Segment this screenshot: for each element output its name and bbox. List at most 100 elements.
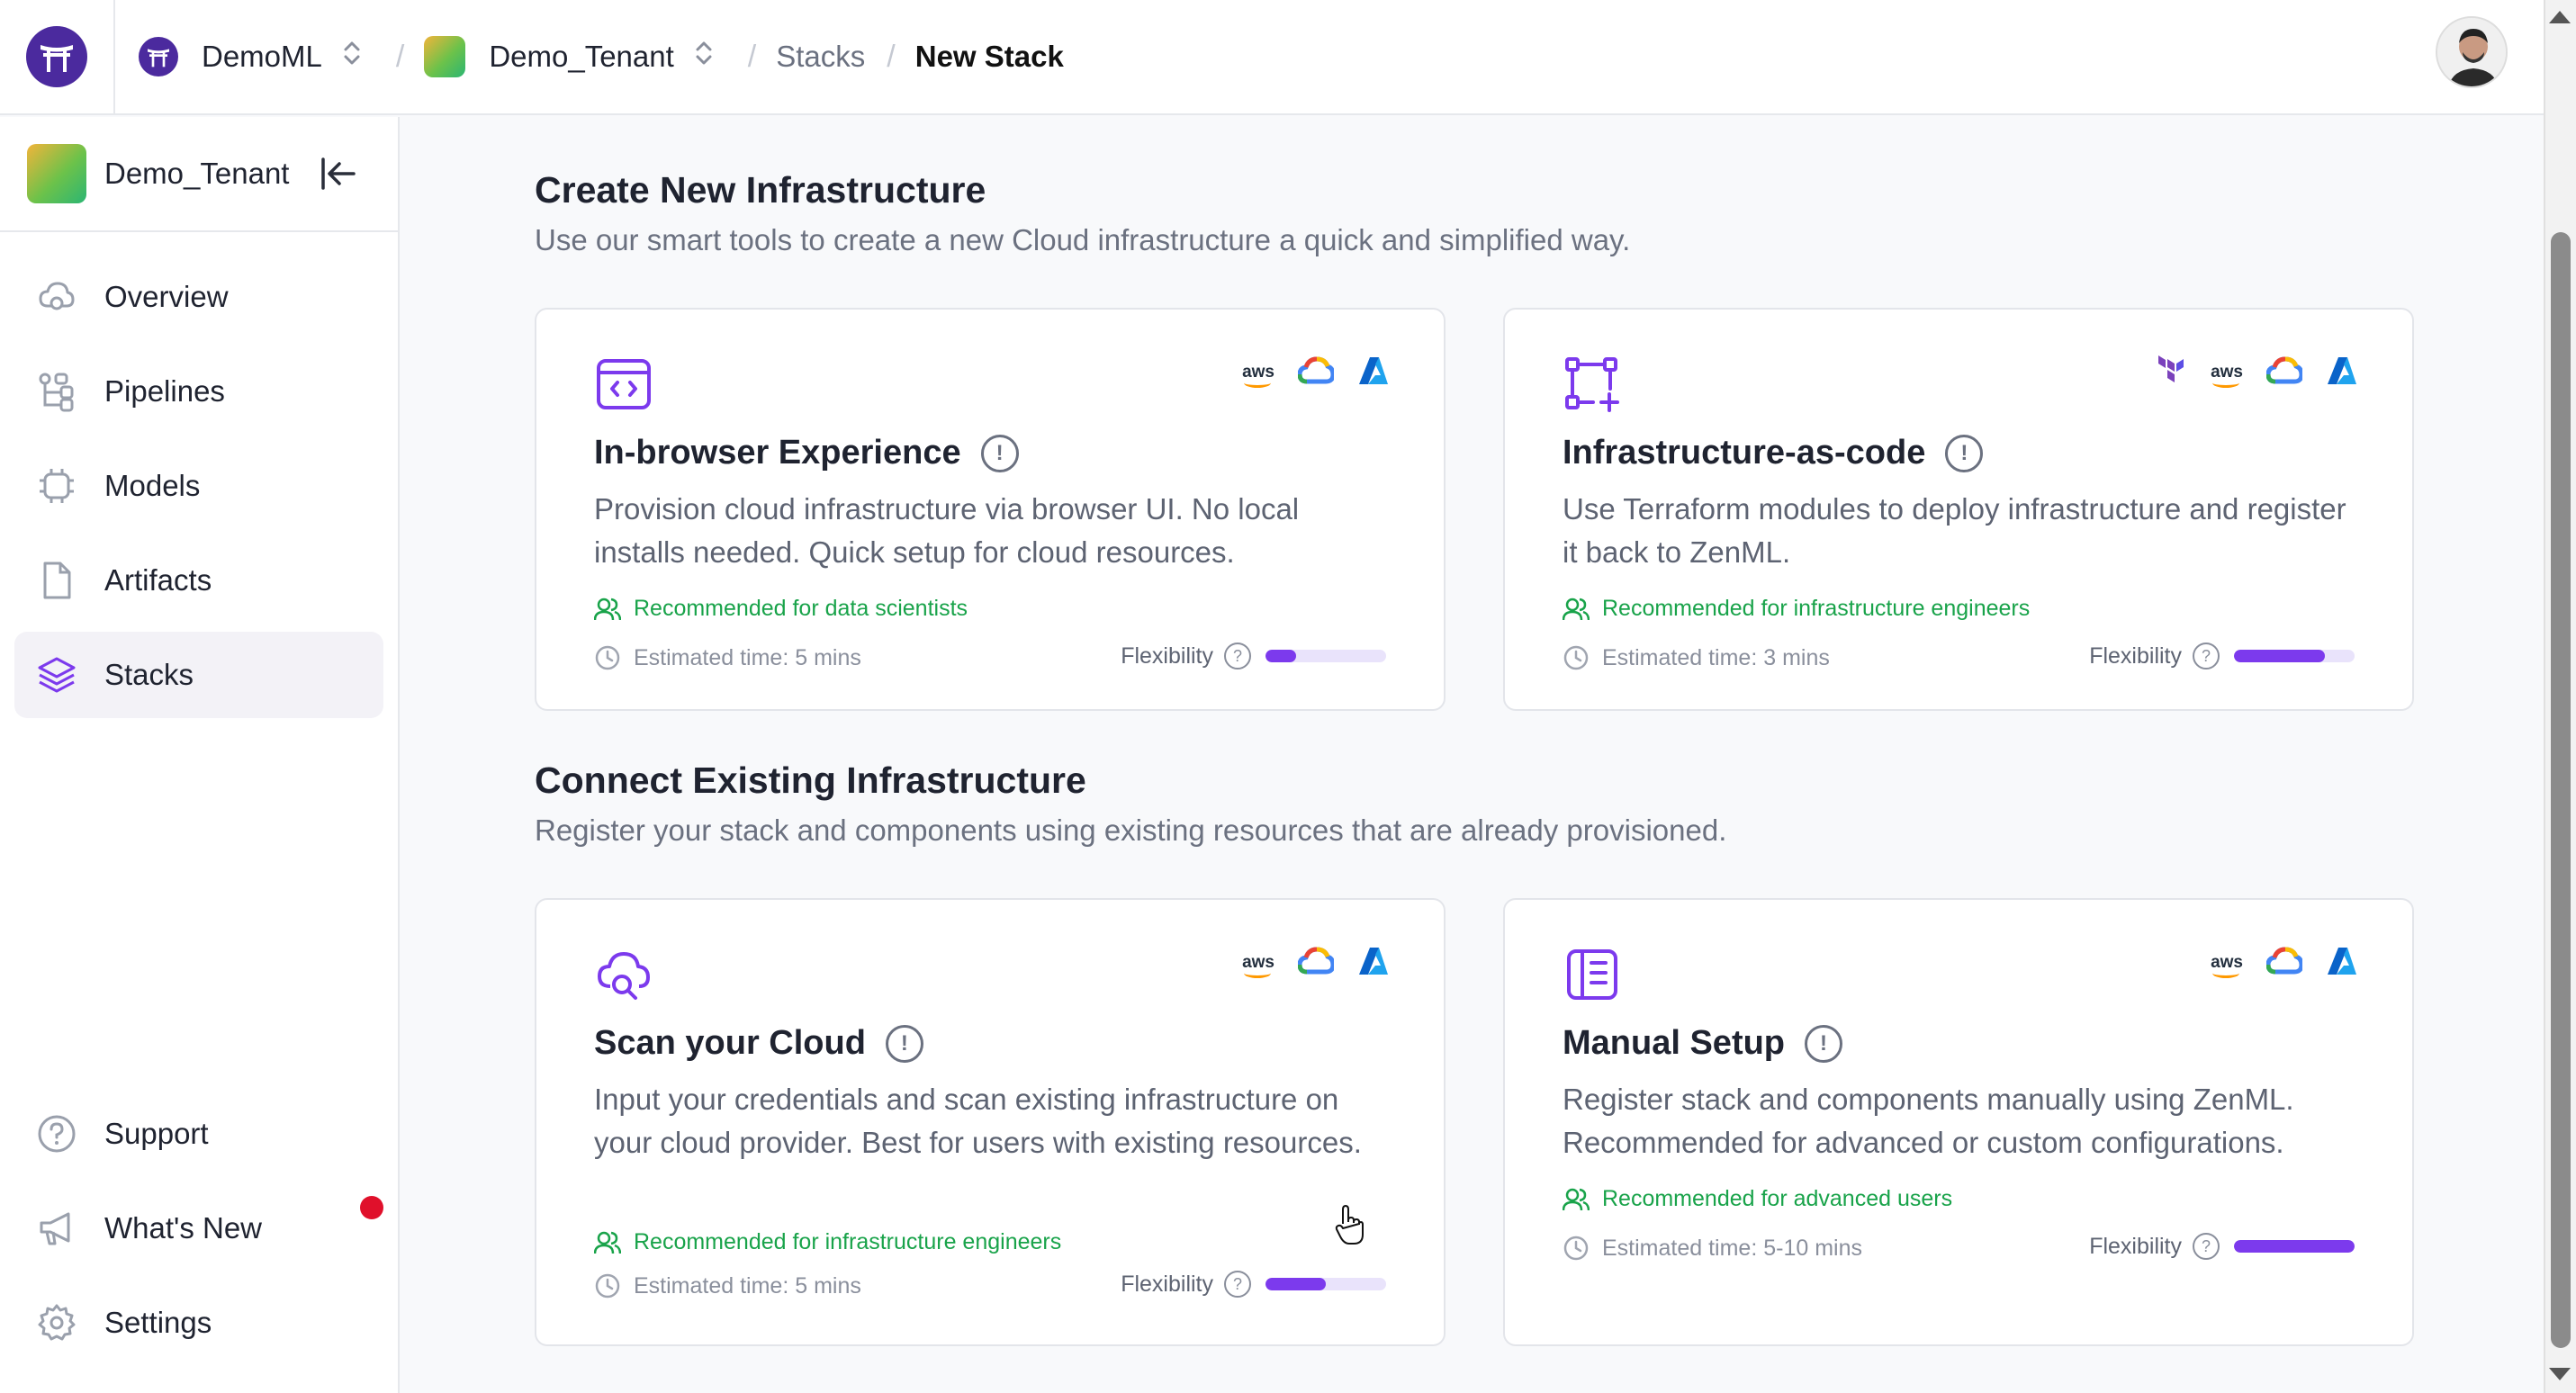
provider-logos: aws [2211, 945, 2358, 981]
main-content: Create New Infrastructure Use our smart … [401, 117, 2544, 1393]
card-title-text: Scan your Cloud [594, 1024, 866, 1062]
tenant-switcher[interactable]: Demo_Tenant [424, 36, 725, 77]
file-icon [34, 558, 79, 603]
flexibility-bar [1265, 1278, 1386, 1290]
recommended-label: Recommended for advanced users [1563, 1186, 1952, 1212]
recommended-label: Recommended for data scientists [594, 596, 968, 622]
sidebar-item-pipelines[interactable]: Pipelines [14, 348, 383, 435]
aws-icon: aws [2211, 363, 2243, 388]
sidebar-item-whats-new[interactable]: What's New [14, 1185, 383, 1272]
flexibility-meter: Flexibility ? [2089, 1233, 2355, 1260]
recommended-text: Recommended for data scientists [634, 596, 968, 621]
layers-icon [34, 652, 79, 697]
card-infrastructure-as-code[interactable]: aws Infrastructure-as-code ! Use Terrafo… [1503, 308, 2414, 711]
aws-icon: aws [2211, 953, 2243, 978]
info-icon[interactable]: ! [980, 434, 1019, 472]
card-scan-your-cloud[interactable]: aws Scan your Cloud ! Input your credent… [535, 898, 1446, 1346]
connect-section-subtitle: Register your stack and components using… [535, 813, 1727, 847]
azure-icon [1357, 946, 1390, 981]
scroll-up-arrow-icon[interactable] [2549, 11, 2571, 23]
clock-icon [595, 1273, 620, 1299]
sidebar-item-label: Pipelines [104, 374, 225, 408]
sidebar-item-label: Artifacts [104, 563, 212, 597]
chevron-up-down-icon[interactable] [342, 38, 362, 76]
azure-icon [2326, 946, 2358, 981]
info-icon[interactable]: ! [885, 1024, 923, 1063]
user-avatar[interactable] [2436, 16, 2508, 88]
azure-icon [2326, 355, 2358, 391]
estimated-time-text: Estimated time: 5 mins [634, 644, 861, 670]
estimated-time: Estimated time: 5 mins [594, 644, 861, 671]
code-window-icon [594, 355, 653, 414]
sidebar-tenant-name: Demo_Tenant [104, 157, 290, 190]
create-section-title: Create New Infrastructure [535, 169, 986, 211]
create-section-subtitle: Use our smart tools to create a new Clou… [535, 223, 1631, 256]
org-name: DemoML [202, 40, 322, 73]
flexibility-bar-fill [2234, 1240, 2355, 1253]
connect-section-title: Connect Existing Infrastructure [535, 759, 1086, 801]
recommended-label: Recommended for infrastructure engineers [594, 1229, 1061, 1255]
recommended-label: Recommended for infrastructure engineers [1563, 596, 2030, 622]
sidebar-item-label: What's New [104, 1211, 263, 1245]
question-icon[interactable]: ? [1224, 1271, 1251, 1298]
sidebar-item-label: Stacks [104, 658, 194, 691]
provider-logos: aws [1242, 945, 1390, 981]
estimated-time: Estimated time: 3 mins [1563, 644, 1830, 671]
breadcrumb-stacks-link[interactable]: Stacks [776, 40, 865, 74]
card-manual-setup[interactable]: aws Manual Setup ! Register stack and co… [1503, 898, 2414, 1346]
provider-logos: aws [1242, 355, 1390, 391]
flexibility-label: Flexibility [2089, 643, 2182, 669]
sidebar-bottom-nav: Support What's New Settings [14, 1091, 383, 1374]
org-logo-icon [139, 37, 178, 76]
tenant-logo-icon [27, 144, 86, 203]
flexibility-label: Flexibility [2089, 1233, 2182, 1259]
card-title: Infrastructure-as-code ! [1563, 434, 1984, 472]
sidebar-item-overview[interactable]: Overview [14, 254, 383, 340]
terraform-icon [2157, 355, 2187, 391]
flexibility-bar-fill [1265, 1278, 1326, 1290]
sidebar-item-stacks[interactable]: Stacks [14, 632, 383, 718]
azure-icon [1357, 355, 1390, 391]
sidebar-item-label: Overview [104, 280, 229, 313]
flexibility-label: Flexibility [1121, 1271, 1213, 1297]
help-icon [34, 1111, 79, 1156]
sidebar-item-artifacts[interactable]: Artifacts [14, 537, 383, 624]
sidebar-item-support[interactable]: Support [14, 1091, 383, 1177]
sidebar-item-models[interactable]: Models [14, 443, 383, 529]
clock-icon [1563, 1236, 1589, 1261]
sidebar-item-settings[interactable]: Settings [14, 1280, 383, 1366]
card-title-text: Manual Setup [1563, 1024, 1786, 1062]
card-title: Manual Setup ! [1563, 1024, 1843, 1063]
estimated-time-text: Estimated time: 5-10 mins [1602, 1235, 1862, 1261]
flexibility-bar [2234, 650, 2355, 662]
recommended-text: Recommended for advanced users [1602, 1186, 1953, 1211]
info-icon[interactable]: ! [1945, 434, 1984, 472]
zenml-logo-icon[interactable] [26, 26, 87, 87]
aws-icon: aws [1242, 363, 1274, 388]
chip-icon [34, 463, 79, 508]
page-scrollbar[interactable] [2544, 0, 2576, 1393]
scroll-down-arrow-icon[interactable] [2549, 1368, 2571, 1380]
chevron-up-down-icon[interactable] [694, 38, 714, 76]
scrollbar-thumb[interactable] [2551, 232, 2571, 1348]
megaphone-icon [34, 1206, 79, 1251]
question-icon[interactable]: ? [2193, 1233, 2220, 1260]
app-logo-cell[interactable] [0, 0, 115, 114]
info-icon[interactable]: ! [1805, 1024, 1843, 1063]
aws-icon: aws [1242, 953, 1274, 978]
question-icon[interactable]: ? [2193, 643, 2220, 670]
org-switcher[interactable]: DemoML [139, 37, 374, 76]
card-title: In-browser Experience ! [594, 434, 1019, 472]
sidebar-item-label: Support [104, 1117, 209, 1150]
card-in-browser-experience[interactable]: aws In-browser Experience ! Provision cl… [535, 308, 1446, 711]
card-title-text: Infrastructure-as-code [1563, 434, 1926, 472]
tenant-name: Demo_Tenant [489, 40, 674, 73]
card-title-text: In-browser Experience [594, 434, 961, 472]
estimated-time: Estimated time: 5-10 mins [1563, 1235, 1862, 1262]
flexibility-meter: Flexibility ? [1121, 643, 1386, 670]
question-icon[interactable]: ? [1224, 643, 1251, 670]
sidebar-nav: Overview Pipelines Models Artifacts Stac… [0, 232, 398, 718]
card-description: Register stack and components manually u… [1563, 1083, 2294, 1159]
pipeline-icon [34, 369, 79, 414]
collapse-sidebar-icon[interactable] [318, 154, 357, 193]
